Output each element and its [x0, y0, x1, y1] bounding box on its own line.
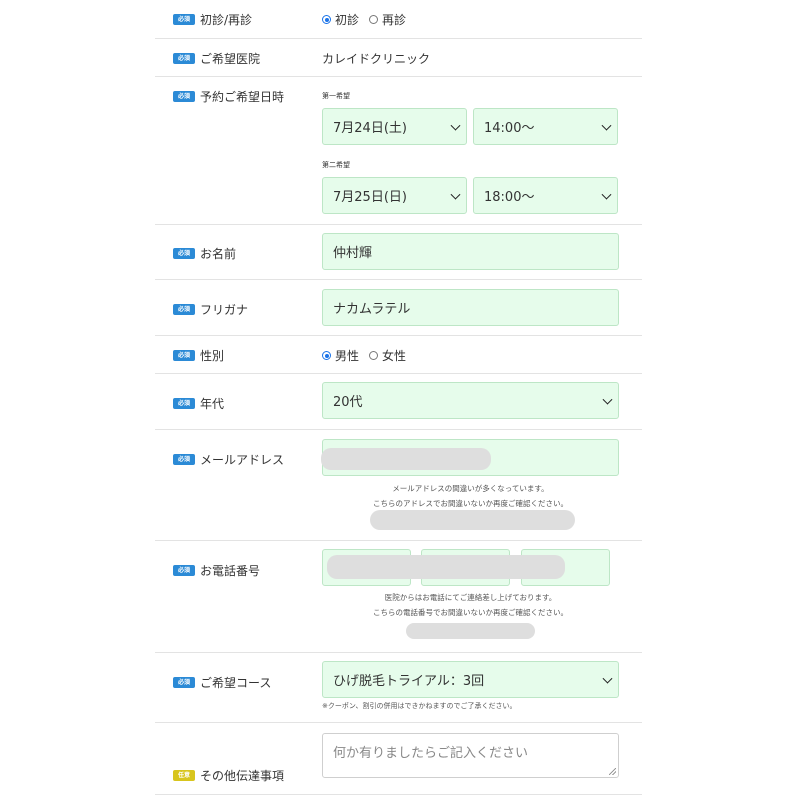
label-text: フリガナ [200, 303, 249, 317]
label-text: 年代 [200, 397, 225, 411]
radio-male[interactable]: 男性 [322, 347, 359, 364]
radio-circle-checked[interactable] [322, 15, 331, 24]
course-select[interactable]: ひげ脱毛トライアル：3回 [322, 661, 619, 698]
required-badge: 必須 [173, 91, 195, 102]
chevron-down-icon [602, 673, 613, 684]
redacted-email [321, 448, 491, 470]
label-text: お名前 [200, 247, 237, 261]
required-badge: 必須 [173, 454, 195, 465]
chevron-down-icon [450, 189, 461, 200]
required-badge: 必須 [173, 677, 195, 688]
label-name: 必須 お名前 [173, 245, 236, 262]
required-badge: 必須 [173, 565, 195, 576]
email-note: メールアドレスの間違いが多くなっています。 こちらのアドレスでお間違いないか再度… [322, 481, 619, 511]
row-message: 任意 その他伝達事項 何か有りましたらご記入ください [155, 722, 642, 795]
visit-type-radios: 初診 再診 [322, 11, 416, 28]
label-text: お電話番号 [200, 564, 261, 578]
chevron-down-icon [602, 394, 613, 405]
radio-circle[interactable] [369, 351, 379, 360]
chevron-down-icon [601, 120, 612, 131]
row-kana: 必須 フリガナ ナカムラテル [155, 279, 642, 336]
select-value: ひげ脱毛トライアル：3回 [333, 674, 485, 689]
label-text: 性別 [200, 349, 225, 363]
radio-label: 再診 [382, 13, 407, 27]
row-age: 必須 年代 20代 [155, 373, 642, 430]
first-time-select[interactable]: 14:00〜 [473, 108, 618, 145]
input-value: ナカムラテル [333, 302, 411, 317]
phone-note-line1: 医院からはお電話にてご連絡差し上げております。 [384, 593, 557, 602]
required-badge: 必須 [173, 248, 195, 259]
label-email: 必須 メールアドレス [173, 451, 284, 468]
radio-return-visit[interactable]: 再診 [369, 11, 406, 28]
select-value: 14:00〜 [484, 121, 535, 136]
label-text: 初診/再診 [200, 13, 253, 27]
row-name: 必須 お名前 仲村輝 [155, 224, 642, 280]
row-phone: 必須 お電話番号 医院からはお電話にてご連絡差し上げております。 こちらの電話番… [155, 540, 642, 653]
second-time-select[interactable]: 18:00〜 [473, 177, 618, 214]
email-input[interactable] [321, 439, 619, 476]
row-datetime: 必須 予約ご希望日時 第一希望 7月24日(土) 14:00〜 第二希望 7月2… [155, 76, 642, 225]
label-kana: 必須 フリガナ [173, 301, 248, 318]
label-gender: 必須 性別 [173, 347, 224, 364]
required-badge: 必須 [173, 53, 195, 64]
second-choice-label: 第二希望 [322, 161, 350, 169]
row-visit-type: 必須 初診/再診 初診 再診 [155, 0, 642, 39]
resize-handle-icon[interactable] [609, 768, 616, 775]
chevron-down-icon [601, 189, 612, 200]
clinic-value: カレイドクリニック [322, 52, 431, 66]
email-note-line2: こちらのアドレスでお間違いないか再度ご確認ください。 [373, 499, 568, 508]
radio-circle-checked[interactable] [322, 351, 331, 360]
gender-radios: 男性 女性 [322, 347, 416, 364]
radio-label: 女性 [382, 349, 407, 363]
radio-label: 初診 [335, 13, 360, 27]
label-phone: 必須 お電話番号 [173, 562, 260, 579]
required-badge: 必須 [173, 14, 195, 25]
label-datetime: 必須 予約ご希望日時 [173, 88, 284, 105]
label-text: 予約ご希望日時 [200, 90, 285, 104]
kana-input[interactable]: ナカムラテル [322, 289, 619, 326]
radio-label: 男性 [335, 349, 360, 363]
age-select[interactable]: 20代 [322, 382, 619, 419]
row-gender: 必須 性別 男性 女性 [155, 335, 642, 374]
radio-circle[interactable] [369, 15, 379, 24]
redacted-phone [327, 555, 565, 579]
radio-first-visit[interactable]: 初診 [322, 11, 359, 28]
label-text: メールアドレス [200, 453, 285, 467]
select-value: 7月24日(土) [333, 121, 407, 136]
label-visit-type: 必須 初診/再診 [173, 11, 252, 28]
label-text: ご希望コース [200, 676, 272, 690]
course-note: ※クーポン、割引の併用はできかねますのでご了承ください。 [322, 702, 517, 710]
row-clinic: 必須 ご希望医院 カレイドクリニック [155, 38, 642, 77]
row-course: 必須 ご希望コース ひげ脱毛トライアル：3回 ※クーポン、割引の併用はできかねま… [155, 652, 642, 723]
phone-note-line2: こちらの電話番号でお間違いないか再度ご確認ください。 [373, 608, 568, 617]
label-course: 必須 ご希望コース [173, 674, 271, 691]
message-textarea[interactable]: 何か有りましたらご記入ください [322, 733, 619, 778]
label-clinic: 必須 ご希望医院 [173, 50, 260, 67]
select-value: 7月25日(日) [333, 190, 407, 205]
select-value: 18:00〜 [484, 190, 535, 205]
name-input[interactable]: 仲村輝 [322, 233, 619, 270]
textarea-placeholder: 何か有りましたらご記入ください [333, 746, 529, 761]
label-text: ご希望医院 [200, 52, 261, 66]
first-date-select[interactable]: 7月24日(土) [322, 108, 467, 145]
label-message: 任意 その他伝達事項 [173, 767, 284, 784]
phone-note: 医院からはお電話にてご連絡差し上げております。 こちらの電話番号でお間違いないか… [322, 590, 619, 620]
redacted-email-confirm [370, 510, 575, 530]
row-email: 必須 メールアドレス メールアドレスの間違いが多くなっています。 こちらのアドレ… [155, 429, 642, 541]
second-date-select[interactable]: 7月25日(日) [322, 177, 467, 214]
email-note-line1: メールアドレスの間違いが多くなっています。 [392, 484, 549, 493]
label-text: その他伝達事項 [200, 769, 285, 783]
input-value: 仲村輝 [333, 246, 373, 261]
select-value: 20代 [333, 395, 363, 410]
redacted-phone-confirm [406, 623, 535, 639]
required-badge: 必須 [173, 350, 195, 361]
required-badge: 必須 [173, 398, 195, 409]
optional-badge: 任意 [173, 770, 195, 781]
radio-female[interactable]: 女性 [369, 347, 406, 364]
label-age: 必須 年代 [173, 395, 224, 412]
first-choice-label: 第一希望 [322, 92, 350, 100]
chevron-down-icon [450, 120, 461, 131]
required-badge: 必須 [173, 304, 195, 315]
